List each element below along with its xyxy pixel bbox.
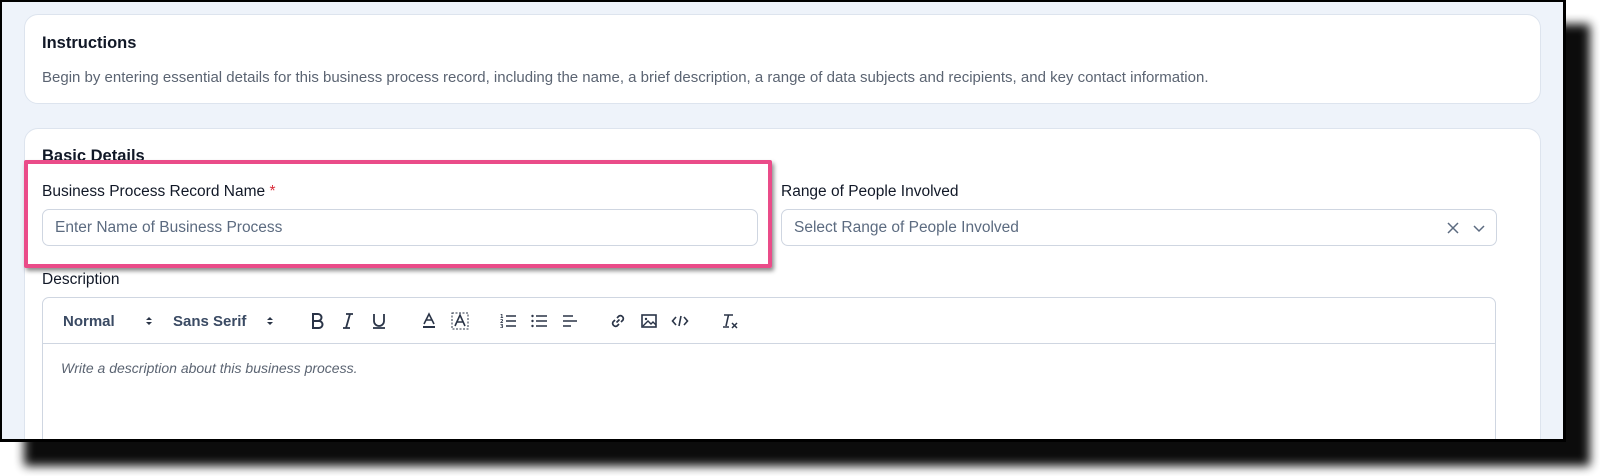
clear-format-icon[interactable] xyxy=(721,298,739,344)
chevron-down-icon[interactable] xyxy=(1472,221,1486,235)
header-picker[interactable]: Normal xyxy=(63,298,153,344)
range-people-label: Range of People Involved xyxy=(781,183,959,200)
updown-icon xyxy=(145,317,152,325)
font-picker-value: Sans Serif xyxy=(173,312,247,330)
range-people-placeholder: Select Range of People Involved xyxy=(794,218,1019,236)
editor-toolbar: Normal Sans Serif 1 2 3 xyxy=(43,298,1495,344)
italic-icon[interactable] xyxy=(340,298,356,344)
text-color-icon[interactable] xyxy=(421,298,437,344)
underline-icon[interactable] xyxy=(371,298,387,344)
instructions-title: Instructions xyxy=(42,34,137,52)
code-icon[interactable] xyxy=(671,298,689,344)
ordered-list-icon[interactable]: 123 xyxy=(499,298,517,344)
close-icon[interactable] xyxy=(1446,221,1460,235)
highlight-box xyxy=(24,160,772,268)
font-picker[interactable]: Sans Serif xyxy=(173,298,274,344)
image-icon[interactable] xyxy=(640,298,658,344)
svg-text:3: 3 xyxy=(500,324,504,330)
app-window: Instructions Begin by entering essential… xyxy=(0,0,1566,442)
description-editor[interactable]: Normal Sans Serif 1 2 3 Write a descript… xyxy=(42,297,1496,439)
link-icon[interactable] xyxy=(609,298,627,344)
range-people-select[interactable]: Select Range of People Involved xyxy=(781,209,1497,246)
header-picker-value: Normal xyxy=(63,312,115,330)
bold-icon[interactable] xyxy=(309,298,325,344)
updown-icon xyxy=(267,317,274,325)
align-icon[interactable] xyxy=(561,298,579,344)
description-label: Description xyxy=(42,271,120,288)
background-color-icon[interactable] xyxy=(451,298,469,344)
instructions-text: Begin by entering essential details for … xyxy=(42,69,1209,86)
description-placeholder: Write a description about this business … xyxy=(61,360,358,376)
instructions-card: Instructions Begin by entering essential… xyxy=(24,14,1541,104)
bullet-list-icon[interactable] xyxy=(530,298,548,344)
